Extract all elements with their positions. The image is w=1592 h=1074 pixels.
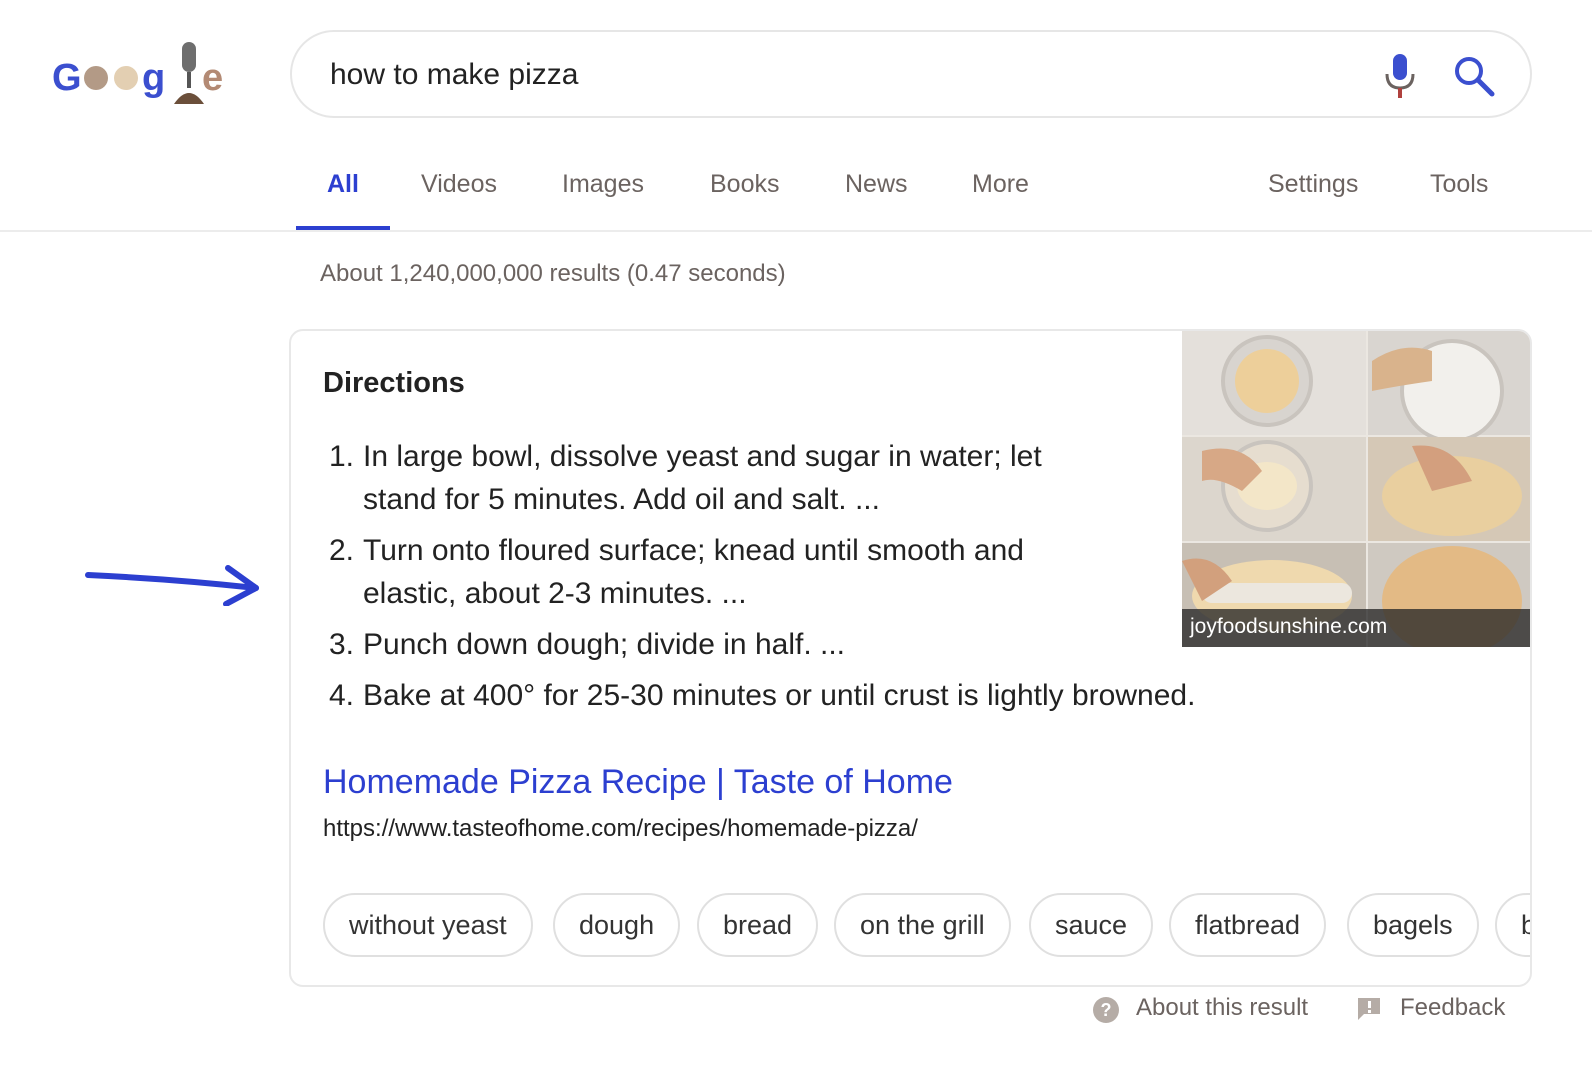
list-item: 2. Turn onto floured surface; knead unti… xyxy=(323,529,1083,615)
step-number: 1. xyxy=(329,440,355,473)
tab-more[interactable]: More xyxy=(972,170,1029,199)
directions-list: 1. In large bowl, dissolve yeast and sug… xyxy=(323,435,1283,725)
tab-images[interactable]: Images xyxy=(562,170,644,199)
step-number: 2. xyxy=(329,534,355,567)
svg-text:G: G xyxy=(52,57,82,99)
featured-snippet: Directions 1. In large bowl, dissolve ye… xyxy=(289,329,1532,987)
google-logo[interactable]: G g e xyxy=(50,38,240,110)
svg-text:g: g xyxy=(142,57,165,99)
help-icon: ? xyxy=(1092,996,1120,1029)
result-title-link[interactable]: Homemade Pizza Recipe | Taste of Home xyxy=(323,763,953,802)
list-item: 1. In large bowl, dissolve yeast and sug… xyxy=(323,435,1083,521)
recipe-image[interactable]: joyfoodsunshine.com xyxy=(1182,331,1530,656)
feedback-label: Feedback xyxy=(1400,994,1506,1021)
step-text: In large bowl, dissolve yeast and sugar … xyxy=(363,440,1042,516)
chip-bagels[interactable]: bagels xyxy=(1347,893,1479,957)
tab-news[interactable]: News xyxy=(845,170,908,199)
list-item: 3. Punch down dough; divide in half. ... xyxy=(323,623,1083,666)
chip-sauce[interactable]: sauce xyxy=(1029,893,1154,957)
tab-tools[interactable]: Tools xyxy=(1430,170,1488,199)
chip-on-the-grill[interactable]: on the grill xyxy=(834,893,1011,957)
result-stats: About 1,240,000,000 results (0.47 second… xyxy=(320,260,786,287)
microphone-icon[interactable] xyxy=(1382,52,1418,100)
search-icon[interactable] xyxy=(1452,54,1496,98)
chip-flatbread[interactable]: flatbread xyxy=(1169,893,1327,957)
about-this-result-label: About this result xyxy=(1136,994,1309,1021)
chip-without-yeast[interactable]: without yeast xyxy=(323,893,533,957)
snippet-footer: ? About this result Feedback xyxy=(0,990,1592,1030)
related-searches-chips: without yeast dough bread on the grill s… xyxy=(323,893,1530,961)
search-box xyxy=(290,30,1532,118)
annotation-arrow xyxy=(84,562,264,607)
svg-text:e: e xyxy=(202,57,223,99)
result-url: https://www.tasteofhome.com/recipes/home… xyxy=(323,815,918,842)
tabs-divider xyxy=(0,230,1592,232)
step-number: 3. xyxy=(329,628,355,661)
tab-all[interactable]: All xyxy=(327,170,359,199)
image-caption: joyfoodsunshine.com xyxy=(1182,609,1530,647)
step-number: 4. xyxy=(329,679,355,712)
step-text: Punch down dough; divide in half. ... xyxy=(363,628,845,661)
chip-truncated[interactable]: b xyxy=(1495,893,1530,957)
step-text: Turn onto floured surface; knead until s… xyxy=(363,534,1024,610)
step-text: Bake at 400° for 25-30 minutes or until … xyxy=(363,679,1196,712)
snippet-heading: Directions xyxy=(323,367,465,399)
chip-dough[interactable]: dough xyxy=(553,893,681,957)
search-tabs: All Videos Images Books News More Settin… xyxy=(0,150,1592,232)
feedback-icon xyxy=(1356,996,1382,1027)
tab-settings[interactable]: Settings xyxy=(1268,170,1358,199)
tab-videos[interactable]: Videos xyxy=(421,170,497,199)
chip-bread[interactable]: bread xyxy=(697,893,819,957)
list-item: 4. Bake at 400° for 25-30 minutes or unt… xyxy=(323,674,1283,717)
search-input[interactable] xyxy=(330,50,1330,100)
svg-text:?: ? xyxy=(1101,1000,1112,1020)
tab-books[interactable]: Books xyxy=(710,170,779,199)
